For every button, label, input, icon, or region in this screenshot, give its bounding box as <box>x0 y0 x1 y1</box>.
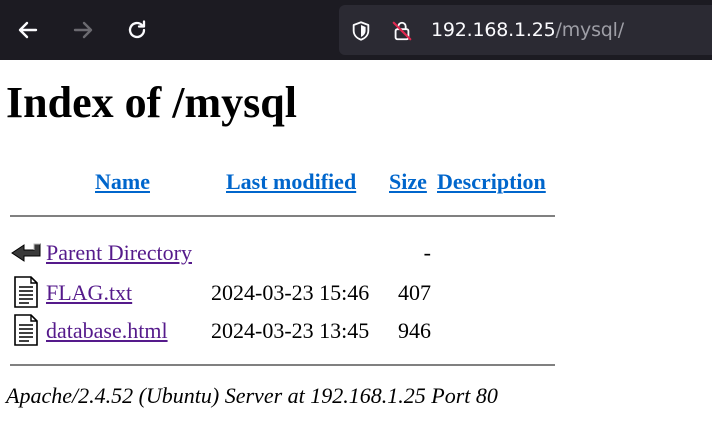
url-path: /mysql/ <box>555 19 625 41</box>
text-file-icon <box>14 276 38 308</box>
column-header-name: Name <box>95 168 150 196</box>
table-row: FLAG.txt 2024-03-23 15:46 407 <box>0 275 712 309</box>
entry-name: database.html <box>46 317 168 345</box>
parent-directory-link[interactable]: Parent Directory <box>46 240 192 265</box>
forward-button[interactable] <box>67 14 99 46</box>
entry-name: Parent Directory <box>46 239 192 267</box>
file-link-flag-txt[interactable]: FLAG.txt <box>46 280 132 305</box>
entry-size: 946 <box>398 318 431 343</box>
entry-last-modified: 2024-03-23 15:46 <box>211 280 370 305</box>
browser-toolbar: 192.168.1.25/mysql/ <box>0 0 712 60</box>
insecure-lock-icon[interactable] <box>391 20 413 42</box>
entry-last-modified: 2024-03-23 13:45 <box>211 318 370 343</box>
sort-by-description-link[interactable]: Description <box>437 169 546 194</box>
column-header-description: Description <box>437 168 546 196</box>
column-header-size: Size <box>389 168 427 196</box>
text-file-icon <box>14 314 38 346</box>
file-link-database-html[interactable]: database.html <box>46 318 168 343</box>
entry-size: - <box>423 240 431 265</box>
sort-by-last-modified-link[interactable]: Last modified <box>226 169 356 194</box>
entry-size: 407 <box>398 280 431 305</box>
parent-directory-icon <box>11 243 41 262</box>
divider-top <box>10 215 555 217</box>
table-row: database.html 2024-03-23 13:45 946 <box>0 313 712 347</box>
table-row: Parent Directory - <box>0 235 712 269</box>
server-signature: Apache/2.4.52 (Ubuntu) Server at 192.168… <box>6 383 498 408</box>
shield-icon[interactable] <box>350 20 372 42</box>
url-text[interactable]: 192.168.1.25/mysql/ <box>431 18 624 42</box>
forward-arrow-icon <box>73 21 93 39</box>
page-title: Index of /mysql <box>6 78 297 127</box>
url-bar[interactable]: 192.168.1.25/mysql/ <box>339 5 712 55</box>
url-host: 192.168.1.25 <box>431 19 556 41</box>
back-button[interactable] <box>12 14 44 46</box>
reload-button[interactable] <box>121 14 153 46</box>
sort-by-name-link[interactable]: Name <box>95 169 150 194</box>
back-arrow-icon <box>18 21 38 39</box>
divider-bottom <box>10 364 555 366</box>
entry-name: FLAG.txt <box>46 279 132 307</box>
column-header-last-modified: Last modified <box>226 168 356 196</box>
reload-icon <box>128 20 146 39</box>
sort-by-size-link[interactable]: Size <box>389 169 427 194</box>
